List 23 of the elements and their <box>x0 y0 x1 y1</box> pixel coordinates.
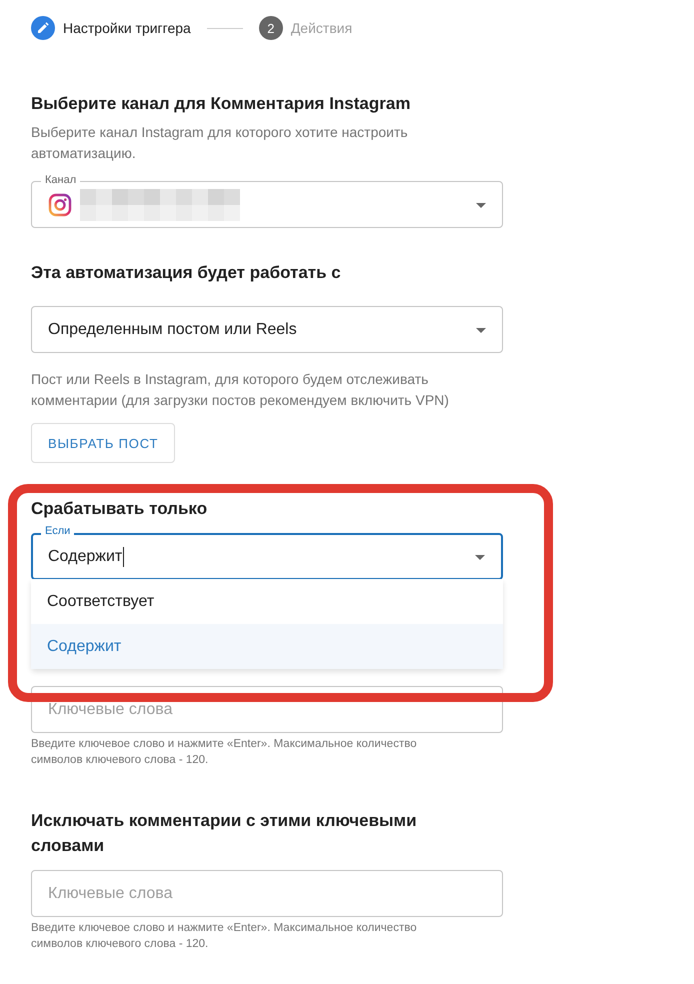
section-description: Выберите канал Instagram для которого хотите настроить автоматизацию. <box>31 123 409 163</box>
helper-text: Введите ключевое слово и нажмите «Enter». Максимальное количество символов ключевого слова - 120. <box>31 921 418 952</box>
caret-icon <box>475 554 485 560</box>
keywords-field[interactable]: Ключевые слова <box>31 870 503 917</box>
camera-icon <box>48 192 72 216</box>
select-value: Определенным постом или Reels <box>48 320 297 338</box>
menu-option[interactable]: Содержит <box>31 624 503 669</box>
target-select[interactable]: Определенным постом или Reels <box>31 306 503 353</box>
section-title: Выберите канал для Комментария Instagram <box>31 93 412 115</box>
step-number: 2 <box>258 16 283 40</box>
helper-text: Пост или Reels в Instagram, для которого будем отслеживать комментарии (для загрузки постов рекомендуем включить VPN) <box>31 370 450 410</box>
caret-icon <box>476 328 486 332</box>
field-label: Если <box>41 524 74 538</box>
section-title: Срабатывать только <box>31 498 208 520</box>
section-title: Эта автоматизация будет работать с <box>31 262 342 284</box>
step-label[interactable]: Настройки триггера <box>63 20 191 36</box>
select-post-button[interactable]: ВЫБРАТЬ ПОСТ <box>31 423 176 463</box>
section-title: Исключать комментарии с этими ключевыми словами <box>31 810 418 857</box>
caret-icon <box>476 202 486 208</box>
helper-text: Введите ключевое слово и нажмите «Enter». Максимальное количество символов ключевого слова - 120. <box>31 737 418 768</box>
text-cursor <box>123 546 124 566</box>
menu-option[interactable]: Соответствует <box>31 579 503 624</box>
select-value: Содержит <box>48 548 122 566</box>
